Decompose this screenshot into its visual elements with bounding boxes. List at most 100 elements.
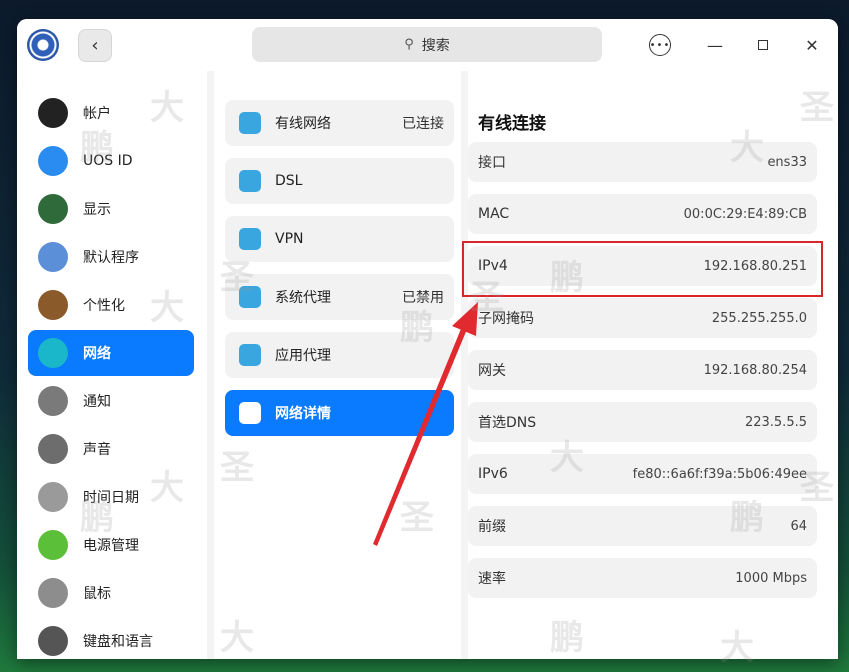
- detail-row-label: MAC: [478, 206, 510, 222]
- detail-row-value: 223.5.5.5: [744, 414, 807, 430]
- network-submenu: 有线网络 已连接 DSL VPN 系统代理 已禁用应用代理网络详情: [214, 71, 461, 659]
- settings-window: ‹ ⚲ 搜索 ••• — ✕ 帐户 UOS ID 显示默认程序个性化网络通知声音时间…: [17, 19, 838, 659]
- default-apps-icon: [38, 242, 68, 272]
- detail-row-label: 子网掩码: [478, 311, 534, 327]
- network-menu-label: 网络详情: [275, 406, 331, 422]
- sidebar-item-label: 鼠标: [83, 586, 111, 602]
- search-input[interactable]: ⚲ 搜索: [252, 27, 602, 62]
- search-placeholder: 搜索: [421, 37, 450, 54]
- detail-row-value: ens33: [767, 154, 807, 170]
- sidebar-item-label: UOS ID: [83, 153, 133, 169]
- detail-row: 首选DNS 223.5.5.5: [468, 402, 817, 442]
- network-globe-icon: [38, 338, 68, 368]
- sidebar-item-11[interactable]: 键盘和语言: [28, 618, 194, 659]
- system-proxy-icon: [239, 286, 261, 308]
- sidebar-item-6[interactable]: 通知: [28, 378, 194, 424]
- detail-row-label: 首选DNS: [478, 415, 537, 431]
- network-menu-status: 已禁用: [402, 290, 444, 306]
- sidebar-item-1[interactable]: UOS ID: [28, 138, 194, 184]
- maximize-icon: [758, 40, 768, 50]
- sidebar-item-5[interactable]: 网络: [28, 330, 194, 376]
- detail-title: 有线连接: [478, 114, 546, 134]
- detail-row-value: 1000 Mbps: [735, 570, 807, 586]
- sidebar-item-0[interactable]: 帐户: [28, 90, 194, 136]
- sidebar-item-9[interactable]: 电源管理: [28, 522, 194, 568]
- network-menu-item-3[interactable]: 系统代理 已禁用: [225, 274, 454, 320]
- palette-icon: [38, 290, 68, 320]
- sidebar-item-10[interactable]: 鼠标: [28, 570, 194, 616]
- detail-row-label: 接口: [478, 155, 506, 171]
- maximize-button[interactable]: [751, 33, 775, 57]
- more-dots-icon: •••: [649, 39, 671, 51]
- sidebar-item-4[interactable]: 个性化: [28, 282, 194, 328]
- network-menu-label: 有线网络: [275, 116, 331, 132]
- detail-row-value: 00:0C:29:E4:89:CB: [683, 206, 807, 222]
- detail-row: 子网掩码 255.255.255.0: [468, 298, 817, 338]
- sidebar-item-label: 显示: [83, 202, 111, 218]
- sidebar-item-label: 帐户: [83, 106, 111, 122]
- keyboard-icon: [38, 626, 68, 656]
- sidebar-item-label: 个性化: [83, 298, 125, 314]
- bell-icon: [38, 386, 68, 416]
- sidebar-item-label: 声音: [83, 442, 111, 458]
- detail-row: 速率 1000 Mbps: [468, 558, 817, 598]
- network-detail-panel: 有线连接 接口 ens33 MAC 00:0C:29:E4:89:CB IPv4 192.…: [468, 71, 838, 659]
- detail-row-label: 网关: [478, 363, 506, 379]
- sidebar-item-2[interactable]: 显示: [28, 186, 194, 232]
- detail-row-value: 255.255.255.0: [711, 310, 807, 326]
- detail-row-value: 192.168.80.254: [703, 362, 807, 378]
- network-menu-item-2[interactable]: VPN: [225, 216, 454, 262]
- network-menu-item-4[interactable]: 应用代理: [225, 332, 454, 378]
- minimize-button[interactable]: —: [703, 33, 727, 57]
- control-center-logo-icon: [27, 29, 59, 61]
- detail-row: 网关 192.168.80.254: [468, 350, 817, 390]
- chevron-left-icon: ‹: [91, 35, 99, 56]
- network-menu-label: 应用代理: [275, 348, 331, 364]
- back-button[interactable]: ‹: [78, 29, 112, 62]
- mouse-icon: [38, 578, 68, 608]
- user-avatar-icon: [38, 98, 68, 128]
- detail-row: 接口 ens33: [468, 142, 817, 182]
- cloud-icon: [38, 146, 68, 176]
- search-icon: ⚲: [404, 37, 414, 52]
- network-menu-item-5[interactable]: 网络详情: [225, 390, 454, 436]
- sidebar-item-label: 键盘和语言: [83, 634, 153, 650]
- detail-row-value: fe80::6a6f:f39a:5b06:49ee: [632, 466, 807, 482]
- titlebar: ‹ ⚲ 搜索 ••• — ✕: [17, 19, 838, 71]
- sidebar-item-3[interactable]: 默认程序: [28, 234, 194, 280]
- sidebar-item-label: 时间日期: [83, 490, 139, 506]
- dsl-icon: [239, 170, 261, 192]
- speaker-icon: [38, 434, 68, 464]
- detail-row: MAC 00:0C:29:E4:89:CB: [468, 194, 817, 234]
- network-menu-label: DSL: [275, 173, 303, 189]
- ipv4-highlight-box: [462, 241, 823, 297]
- detail-row-value: 64: [790, 518, 807, 534]
- detail-row-label: IPv6: [478, 466, 508, 482]
- menu-button[interactable]: •••: [649, 34, 671, 56]
- network-menu-item-0[interactable]: 有线网络 已连接: [225, 100, 454, 146]
- network-menu-item-1[interactable]: DSL: [225, 158, 454, 204]
- detail-row: IPv6 fe80::6a6f:f39a:5b06:49ee: [468, 454, 817, 494]
- minimize-icon: —: [707, 35, 723, 55]
- close-button[interactable]: ✕: [800, 33, 824, 57]
- sidebar-item-8[interactable]: 时间日期: [28, 474, 194, 520]
- sidebar: 帐户 UOS ID 显示默认程序个性化网络通知声音时间日期电源管理鼠标键盘和语言: [17, 71, 207, 659]
- network-menu-label: 系统代理: [275, 290, 331, 306]
- battery-icon: [38, 530, 68, 560]
- info-icon: [239, 402, 261, 424]
- clock-icon: [38, 482, 68, 512]
- app-proxy-icon: [239, 344, 261, 366]
- monitor-icon: [38, 194, 68, 224]
- sidebar-item-label: 电源管理: [83, 538, 139, 554]
- sidebar-item-7[interactable]: 声音: [28, 426, 194, 472]
- close-icon: ✕: [805, 35, 819, 55]
- detail-row: 前缀 64: [468, 506, 817, 546]
- sidebar-item-label: 通知: [83, 394, 111, 410]
- detail-row-label: 速率: [478, 571, 506, 587]
- network-menu-status: 已连接: [402, 116, 444, 132]
- network-menu-label: VPN: [275, 231, 304, 247]
- vpn-icon: [239, 228, 261, 250]
- sidebar-item-label: 网络: [83, 346, 111, 362]
- detail-row-label: 前缀: [478, 519, 506, 535]
- wired-network-icon: [239, 112, 261, 134]
